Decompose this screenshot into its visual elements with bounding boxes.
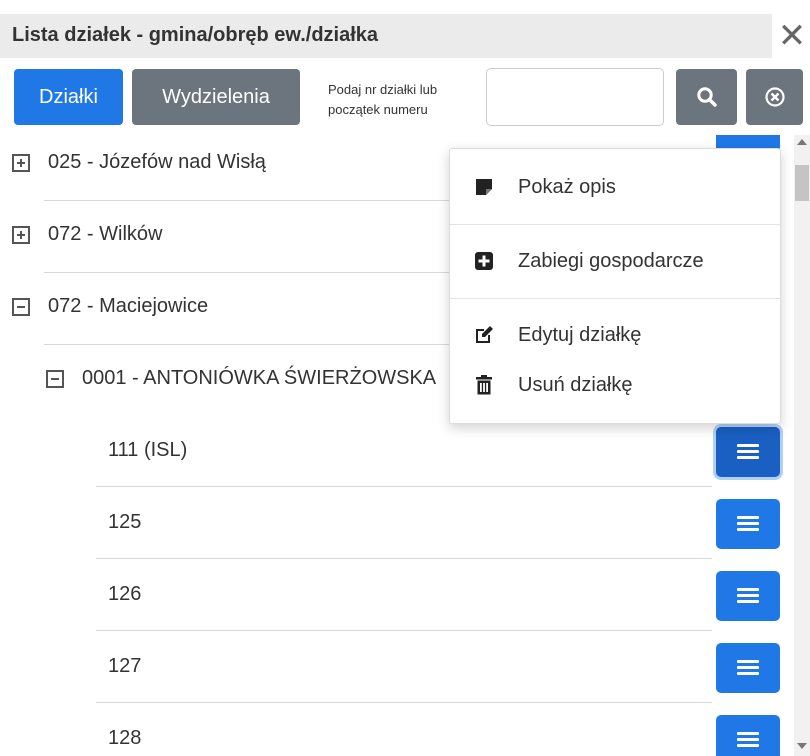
parcel-menu-button[interactable] (716, 571, 780, 621)
parcel-number: 126 (108, 583, 142, 605)
row-divider (44, 200, 464, 201)
hamburger-icon (737, 660, 759, 676)
scrollbar[interactable] (794, 135, 810, 756)
panel-title: Lista działek - gmina/obręb ew./działka (12, 24, 379, 46)
menu-item-pokaz-opis[interactable]: Pokaż opis (450, 165, 780, 209)
parcel-row[interactable]: 128 (0, 711, 795, 756)
edit-icon (476, 326, 493, 343)
expand-plus-icon[interactable] (12, 226, 30, 244)
close-icon[interactable]: ✕ (775, 14, 809, 58)
hamburger-icon (737, 588, 759, 604)
menu-item-label: Usuń działkę (518, 374, 633, 396)
search-hint: Podaj nr działki lub początek numeru (328, 80, 478, 120)
parcel-menu-button[interactable] (716, 715, 780, 756)
search-hint-line2: początek numeru (328, 102, 428, 117)
row-divider (44, 272, 464, 273)
trash-icon (476, 375, 492, 395)
parcel-number: 127 (108, 655, 142, 677)
menu-item-label: Pokaż opis (518, 176, 616, 198)
menu-item-usun[interactable]: Usuń działkę (450, 363, 780, 407)
row-divider (96, 558, 712, 559)
menu-item-zabiegi[interactable]: Zabiegi gospodarcze (450, 239, 780, 283)
parcel-row[interactable]: 111 (ISL) (0, 423, 795, 495)
gmina-label: 025 - Józefów nad Wisłą (48, 151, 266, 173)
tab-dzialki-button[interactable]: Działki (14, 69, 123, 125)
menu-item-label: Edytuj działkę (518, 324, 642, 346)
search-button[interactable] (676, 69, 737, 125)
row-divider (96, 630, 712, 631)
hamburger-icon (737, 444, 759, 460)
menu-item-label: Zabiegi gospodarcze (518, 250, 704, 272)
gmina-label: 072 - Wilków (48, 223, 163, 245)
gmina-label: 072 - Maciejowice (48, 295, 209, 317)
collapse-minus-icon[interactable] (12, 298, 30, 316)
scroll-up-arrow-icon[interactable] (797, 139, 807, 145)
hamburger-icon (737, 732, 759, 748)
row-divider (44, 344, 464, 345)
sticky-note-icon (476, 179, 492, 195)
clear-circle-icon (764, 87, 785, 107)
parcel-menu-button[interactable] (716, 427, 780, 477)
parcel-number: 125 (108, 511, 142, 533)
collapse-minus-icon[interactable] (46, 370, 64, 388)
row-divider (96, 702, 712, 703)
menu-divider (450, 298, 780, 299)
parcel-number: 128 (108, 727, 142, 749)
parcel-row[interactable]: 127 (0, 639, 795, 711)
scroll-thumb[interactable] (795, 165, 809, 201)
parcel-menu-button[interactable] (716, 643, 780, 693)
menu-item-edytuj[interactable]: Edytuj działkę (450, 313, 780, 357)
obreb-label: 0001 - ANTONIÓWKA ŚWIERŻOWSKA (82, 367, 437, 389)
hamburger-icon (737, 516, 759, 532)
tab-wydzielenia-button[interactable]: Wydzielenia (132, 69, 300, 125)
parcel-menu-button[interactable] (716, 499, 780, 549)
search-hint-line1: Podaj nr działki lub (328, 82, 438, 97)
search-icon (696, 87, 717, 107)
parcel-context-menu: Pokaż opis Zabiegi gospodarcze Edytuj dz… (449, 148, 781, 424)
parcel-number: 111 (ISL) (108, 439, 188, 461)
clear-search-button[interactable] (746, 69, 803, 125)
expand-plus-icon[interactable] (12, 154, 30, 172)
parcel-search-input[interactable] (486, 68, 664, 126)
plus-square-icon (475, 252, 493, 270)
scroll-down-arrow-icon[interactable] (797, 743, 807, 749)
menu-divider (450, 224, 780, 225)
row-divider (96, 486, 712, 487)
parcel-row[interactable]: 126 (0, 567, 795, 639)
parcel-row[interactable]: 125 (0, 495, 795, 567)
